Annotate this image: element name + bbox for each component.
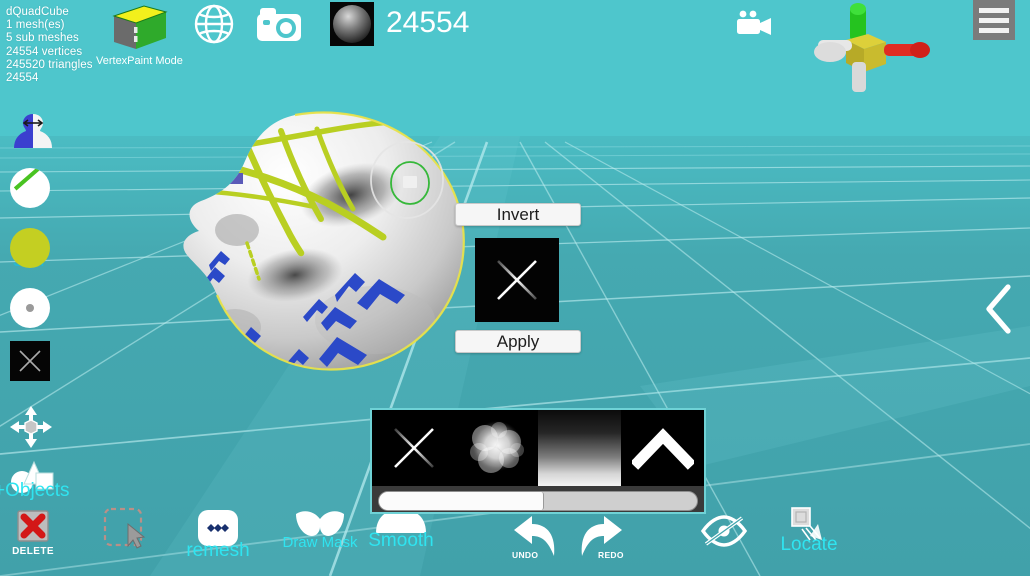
locate-label: Locate — [780, 534, 838, 555]
color-swatch-icon[interactable] — [10, 228, 50, 268]
hamburger-menu-icon[interactable] — [973, 0, 1015, 40]
draw-mask-button[interactable]: Draw Mask — [282, 508, 358, 554]
falloff-dot — [26, 304, 34, 312]
globe-icon[interactable] — [192, 2, 236, 46]
material-sphere-icon[interactable] — [330, 2, 374, 46]
mode-label: VertexPaint Mode — [96, 55, 183, 67]
menu-bar-1 — [979, 7, 1009, 13]
hide-button[interactable] — [700, 514, 748, 554]
apply-button[interactable]: Apply — [455, 330, 581, 353]
move-transform-icon[interactable] — [8, 404, 54, 455]
brush-size-slider[interactable] — [378, 491, 698, 511]
locate-button[interactable]: Locate — [780, 506, 838, 562]
stat-triangles: 245520 triangles — [6, 58, 93, 71]
chevron-left-icon[interactable] — [982, 284, 1016, 334]
stat-extra: 24554 — [6, 72, 39, 85]
invert-button[interactable]: Invert — [455, 203, 581, 226]
chevron-up-icon[interactable] — [621, 410, 704, 486]
undo-button[interactable]: UNDO — [508, 514, 560, 564]
stat-object-name: dQuadCube — [6, 6, 69, 18]
menu-bar-3 — [979, 27, 1009, 33]
vertex-count-display: 24554 — [386, 6, 470, 39]
video-camera-icon[interactable] — [735, 10, 773, 36]
app-root: dQuadCube 1 mesh(es) 5 sub meshes 24554 … — [0, 0, 1030, 576]
redo-label: REDO — [598, 550, 624, 560]
texture-swatch-icon[interactable] — [10, 341, 50, 381]
draw-mask-label: Draw Mask — [282, 534, 358, 551]
stat-submesh-count: 5 sub meshes — [6, 32, 79, 45]
stat-mesh-count: 1 mesh(es) — [6, 19, 65, 32]
stroke-line-icon[interactable] — [10, 168, 50, 208]
falloff-circle-icon[interactable] — [10, 288, 50, 328]
brush-gradient-icon[interactable] — [538, 410, 621, 486]
smooth-label: Smooth — [368, 530, 434, 551]
brush-texture-row — [372, 410, 704, 486]
symmetry-icon[interactable] — [10, 112, 56, 157]
redo-button[interactable]: REDO — [576, 514, 628, 564]
cube-icon[interactable] — [104, 2, 170, 52]
delete-label: DELETE — [12, 546, 54, 557]
brush-x-icon[interactable] — [372, 410, 455, 486]
brush-cloud-icon[interactable] — [455, 410, 538, 486]
axis-gizmo-icon[interactable] — [790, 0, 950, 96]
mesh-stats: dQuadCube 1 mesh(es) 5 sub meshes 24554 … — [6, 6, 93, 85]
camera-icon[interactable] — [256, 6, 302, 44]
delete-button[interactable]: DELETE — [10, 508, 56, 560]
select-button[interactable] — [102, 506, 152, 554]
brush-texture-panel — [370, 408, 706, 514]
remesh-button[interactable]: remesh — [186, 508, 250, 561]
brush-size-slider-fill — [379, 492, 545, 510]
menu-bar-2 — [979, 17, 1009, 23]
undo-label: UNDO — [512, 550, 539, 560]
sculpt-mesh[interactable] — [175, 95, 485, 385]
remesh-label: remesh — [186, 540, 250, 561]
stroke-slash — [13, 168, 47, 191]
stat-vertices: 24554 vertices — [6, 45, 83, 58]
smooth-button[interactable]: Smooth — [368, 508, 434, 556]
stencil-x-icon[interactable] — [475, 238, 559, 322]
